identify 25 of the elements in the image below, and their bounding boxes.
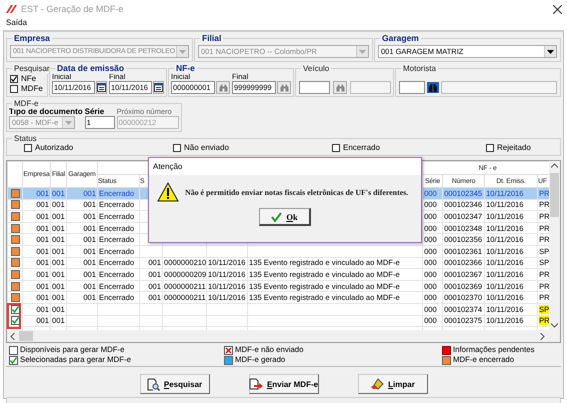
group-label: Empresa [12, 33, 52, 44]
group-label: Garagem [380, 33, 421, 44]
menu-item[interactable]: Saída [6, 18, 27, 27]
dialog-title: Atenção [149, 158, 421, 175]
checkbox-label: Encerrado [343, 143, 380, 153]
ok-button[interactable]: Ok [259, 208, 311, 226]
checkbox-label: NFe [21, 74, 36, 84]
field-label: Série [84, 107, 106, 116]
clear-button[interactable]: Limpar [358, 374, 428, 394]
checkbox-label: Não enviado [184, 143, 229, 153]
window-title: EST - Geração de MDF-e [21, 4, 124, 14]
group-label: Veículo [301, 63, 332, 74]
group-label: Pesquisar [12, 63, 52, 74]
search-button[interactable]: Pesquisar [140, 374, 210, 394]
checkbox-label: MDFe [21, 84, 43, 94]
group-label: MDF-e [12, 98, 40, 109]
send-button[interactable]: Enviar MDF-e [248, 374, 318, 394]
group-label: Status [12, 133, 39, 144]
checkbox-label: Rejeitado [497, 143, 531, 153]
field-label: Tipo de documento [9, 107, 83, 116]
checkbox-label: Autorizado [35, 143, 74, 153]
group-label: Data de emissão [55, 63, 126, 74]
group-label: NF-e [174, 63, 197, 74]
group-label: Filial [200, 33, 224, 44]
group-label: Motorista [401, 63, 438, 74]
